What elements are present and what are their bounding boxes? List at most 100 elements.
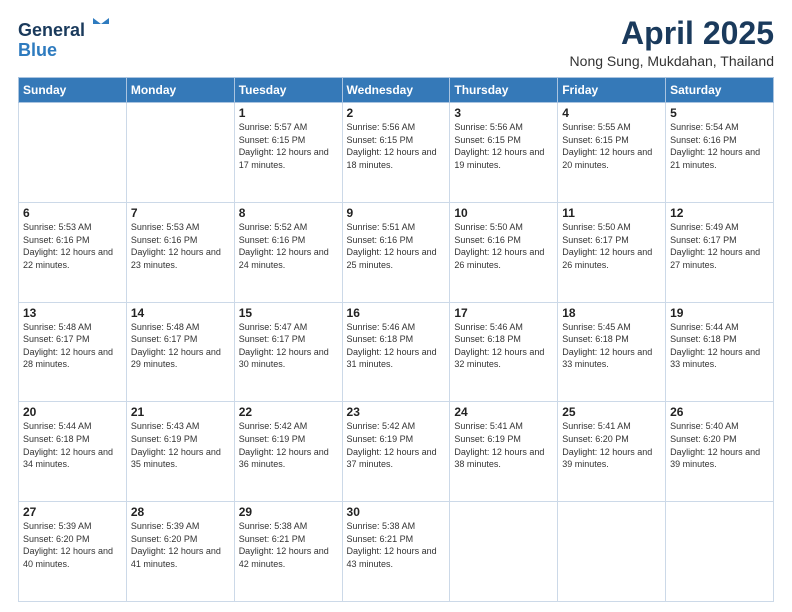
- page: General Blue April 2025 Nong Sung, Mukda…: [0, 0, 792, 612]
- calendar-cell: 1Sunrise: 5:57 AM Sunset: 6:15 PM Daylig…: [234, 103, 342, 203]
- day-info: Sunrise: 5:50 AM Sunset: 6:16 PM Dayligh…: [454, 221, 553, 271]
- calendar-header: SundayMondayTuesdayWednesdayThursdayFrid…: [19, 78, 774, 103]
- calendar-cell: 28Sunrise: 5:39 AM Sunset: 6:20 PM Dayli…: [126, 502, 234, 602]
- day-number: 10: [454, 206, 553, 220]
- weekday-tuesday: Tuesday: [234, 78, 342, 103]
- day-info: Sunrise: 5:42 AM Sunset: 6:19 PM Dayligh…: [347, 420, 446, 470]
- day-number: 16: [347, 306, 446, 320]
- day-info: Sunrise: 5:38 AM Sunset: 6:21 PM Dayligh…: [239, 520, 338, 570]
- day-info: Sunrise: 5:45 AM Sunset: 6:18 PM Dayligh…: [562, 321, 661, 371]
- day-number: 13: [23, 306, 122, 320]
- logo-bird-icon: [87, 14, 109, 36]
- calendar-cell: 11Sunrise: 5:50 AM Sunset: 6:17 PM Dayli…: [558, 202, 666, 302]
- day-info: Sunrise: 5:53 AM Sunset: 6:16 PM Dayligh…: [23, 221, 122, 271]
- header: General Blue April 2025 Nong Sung, Mukda…: [18, 16, 774, 69]
- day-number: 17: [454, 306, 553, 320]
- day-number: 9: [347, 206, 446, 220]
- day-info: Sunrise: 5:46 AM Sunset: 6:18 PM Dayligh…: [454, 321, 553, 371]
- title-block: April 2025 Nong Sung, Mukdahan, Thailand: [570, 16, 774, 69]
- day-info: Sunrise: 5:38 AM Sunset: 6:21 PM Dayligh…: [347, 520, 446, 570]
- day-info: Sunrise: 5:44 AM Sunset: 6:18 PM Dayligh…: [23, 420, 122, 470]
- calendar-cell: 12Sunrise: 5:49 AM Sunset: 6:17 PM Dayli…: [666, 202, 774, 302]
- day-number: 14: [131, 306, 230, 320]
- calendar-cell: [450, 502, 558, 602]
- calendar-cell: 7Sunrise: 5:53 AM Sunset: 6:16 PM Daylig…: [126, 202, 234, 302]
- day-number: 4: [562, 106, 661, 120]
- day-info: Sunrise: 5:48 AM Sunset: 6:17 PM Dayligh…: [23, 321, 122, 371]
- day-number: 30: [347, 505, 446, 519]
- day-info: Sunrise: 5:50 AM Sunset: 6:17 PM Dayligh…: [562, 221, 661, 271]
- calendar-table: SundayMondayTuesdayWednesdayThursdayFrid…: [18, 77, 774, 602]
- calendar-week-row: 6Sunrise: 5:53 AM Sunset: 6:16 PM Daylig…: [19, 202, 774, 302]
- day-number: 26: [670, 405, 769, 419]
- calendar-cell: 4Sunrise: 5:55 AM Sunset: 6:15 PM Daylig…: [558, 103, 666, 203]
- day-number: 3: [454, 106, 553, 120]
- day-info: Sunrise: 5:56 AM Sunset: 6:15 PM Dayligh…: [347, 121, 446, 171]
- day-info: Sunrise: 5:52 AM Sunset: 6:16 PM Dayligh…: [239, 221, 338, 271]
- weekday-sunday: Sunday: [19, 78, 127, 103]
- calendar-cell: 18Sunrise: 5:45 AM Sunset: 6:18 PM Dayli…: [558, 302, 666, 402]
- calendar-cell: 10Sunrise: 5:50 AM Sunset: 6:16 PM Dayli…: [450, 202, 558, 302]
- day-info: Sunrise: 5:53 AM Sunset: 6:16 PM Dayligh…: [131, 221, 230, 271]
- calendar-cell: 8Sunrise: 5:52 AM Sunset: 6:16 PM Daylig…: [234, 202, 342, 302]
- calendar-cell: 27Sunrise: 5:39 AM Sunset: 6:20 PM Dayli…: [19, 502, 127, 602]
- calendar-cell: 25Sunrise: 5:41 AM Sunset: 6:20 PM Dayli…: [558, 402, 666, 502]
- day-number: 22: [239, 405, 338, 419]
- calendar-body: 1Sunrise: 5:57 AM Sunset: 6:15 PM Daylig…: [19, 103, 774, 602]
- calendar-cell: 24Sunrise: 5:41 AM Sunset: 6:19 PM Dayli…: [450, 402, 558, 502]
- day-number: 6: [23, 206, 122, 220]
- day-number: 8: [239, 206, 338, 220]
- day-info: Sunrise: 5:39 AM Sunset: 6:20 PM Dayligh…: [23, 520, 122, 570]
- calendar-week-row: 20Sunrise: 5:44 AM Sunset: 6:18 PM Dayli…: [19, 402, 774, 502]
- logo-blue: Blue: [18, 40, 57, 60]
- day-info: Sunrise: 5:47 AM Sunset: 6:17 PM Dayligh…: [239, 321, 338, 371]
- calendar-cell: 17Sunrise: 5:46 AM Sunset: 6:18 PM Dayli…: [450, 302, 558, 402]
- day-info: Sunrise: 5:51 AM Sunset: 6:16 PM Dayligh…: [347, 221, 446, 271]
- calendar-cell: 2Sunrise: 5:56 AM Sunset: 6:15 PM Daylig…: [342, 103, 450, 203]
- day-info: Sunrise: 5:54 AM Sunset: 6:16 PM Dayligh…: [670, 121, 769, 171]
- location: Nong Sung, Mukdahan, Thailand: [570, 53, 774, 69]
- day-number: 11: [562, 206, 661, 220]
- logo-text: General Blue: [18, 16, 109, 61]
- calendar-cell: 16Sunrise: 5:46 AM Sunset: 6:18 PM Dayli…: [342, 302, 450, 402]
- day-info: Sunrise: 5:46 AM Sunset: 6:18 PM Dayligh…: [347, 321, 446, 371]
- weekday-friday: Friday: [558, 78, 666, 103]
- day-info: Sunrise: 5:44 AM Sunset: 6:18 PM Dayligh…: [670, 321, 769, 371]
- logo: General Blue: [18, 16, 109, 61]
- calendar-cell: 6Sunrise: 5:53 AM Sunset: 6:16 PM Daylig…: [19, 202, 127, 302]
- day-number: 24: [454, 405, 553, 419]
- day-info: Sunrise: 5:56 AM Sunset: 6:15 PM Dayligh…: [454, 121, 553, 171]
- day-info: Sunrise: 5:41 AM Sunset: 6:19 PM Dayligh…: [454, 420, 553, 470]
- day-number: 23: [347, 405, 446, 419]
- day-number: 25: [562, 405, 661, 419]
- day-info: Sunrise: 5:48 AM Sunset: 6:17 PM Dayligh…: [131, 321, 230, 371]
- calendar-cell: 19Sunrise: 5:44 AM Sunset: 6:18 PM Dayli…: [666, 302, 774, 402]
- day-info: Sunrise: 5:43 AM Sunset: 6:19 PM Dayligh…: [131, 420, 230, 470]
- day-number: 29: [239, 505, 338, 519]
- calendar-cell: 21Sunrise: 5:43 AM Sunset: 6:19 PM Dayli…: [126, 402, 234, 502]
- calendar-cell: 20Sunrise: 5:44 AM Sunset: 6:18 PM Dayli…: [19, 402, 127, 502]
- day-info: Sunrise: 5:40 AM Sunset: 6:20 PM Dayligh…: [670, 420, 769, 470]
- day-number: 12: [670, 206, 769, 220]
- weekday-thursday: Thursday: [450, 78, 558, 103]
- weekday-monday: Monday: [126, 78, 234, 103]
- calendar-cell: 9Sunrise: 5:51 AM Sunset: 6:16 PM Daylig…: [342, 202, 450, 302]
- day-number: 27: [23, 505, 122, 519]
- day-number: 28: [131, 505, 230, 519]
- calendar-cell: [19, 103, 127, 203]
- day-number: 15: [239, 306, 338, 320]
- calendar-cell: [126, 103, 234, 203]
- day-info: Sunrise: 5:55 AM Sunset: 6:15 PM Dayligh…: [562, 121, 661, 171]
- day-number: 1: [239, 106, 338, 120]
- calendar-cell: 15Sunrise: 5:47 AM Sunset: 6:17 PM Dayli…: [234, 302, 342, 402]
- calendar-week-row: 1Sunrise: 5:57 AM Sunset: 6:15 PM Daylig…: [19, 103, 774, 203]
- calendar-cell: 14Sunrise: 5:48 AM Sunset: 6:17 PM Dayli…: [126, 302, 234, 402]
- calendar-cell: 26Sunrise: 5:40 AM Sunset: 6:20 PM Dayli…: [666, 402, 774, 502]
- day-info: Sunrise: 5:49 AM Sunset: 6:17 PM Dayligh…: [670, 221, 769, 271]
- calendar-cell: 13Sunrise: 5:48 AM Sunset: 6:17 PM Dayli…: [19, 302, 127, 402]
- day-number: 2: [347, 106, 446, 120]
- calendar-cell: 5Sunrise: 5:54 AM Sunset: 6:16 PM Daylig…: [666, 103, 774, 203]
- calendar-cell: 22Sunrise: 5:42 AM Sunset: 6:19 PM Dayli…: [234, 402, 342, 502]
- day-info: Sunrise: 5:41 AM Sunset: 6:20 PM Dayligh…: [562, 420, 661, 470]
- weekday-saturday: Saturday: [666, 78, 774, 103]
